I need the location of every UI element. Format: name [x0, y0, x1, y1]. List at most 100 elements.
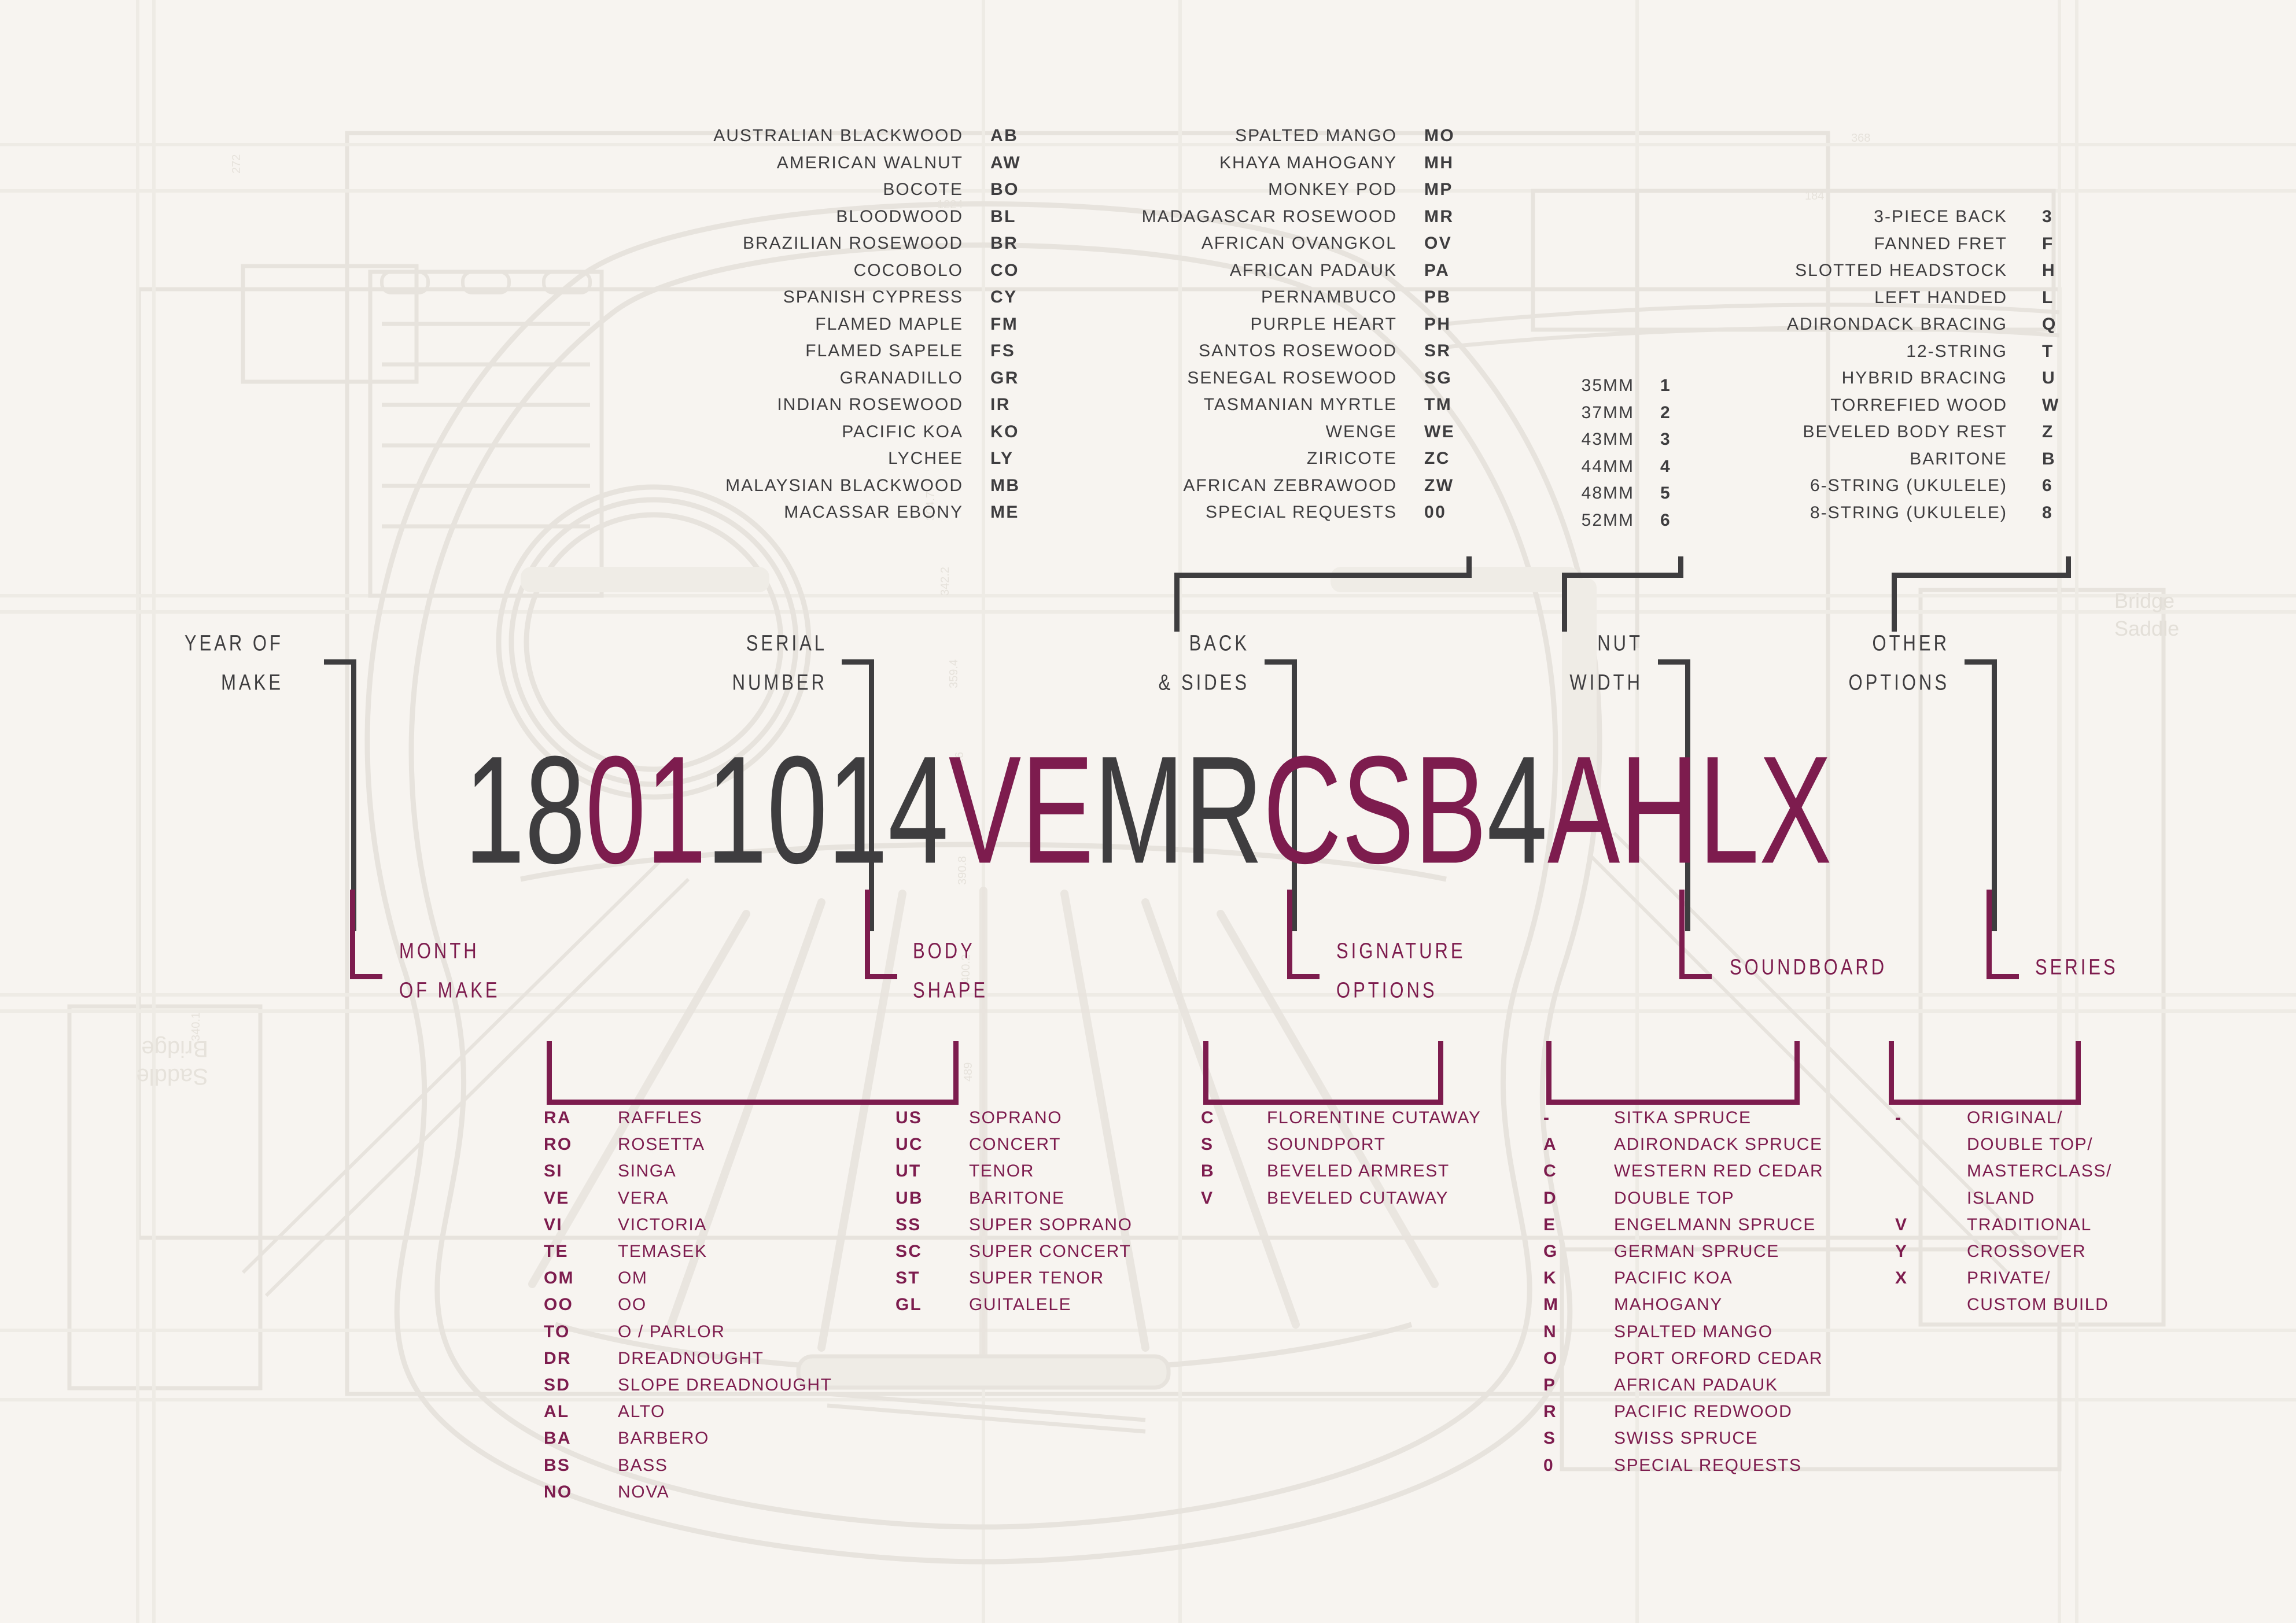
- label-line2: WIDTH: [1569, 670, 1643, 695]
- list-item: PORT ORFORD CEDAR: [1614, 1348, 1823, 1368]
- list-item-code: SI: [544, 1161, 563, 1181]
- list-item-code: PH: [1424, 314, 1451, 334]
- list-item-code: B: [2042, 449, 2057, 469]
- other-options-codes: 3 F H L Q T U W Z B 6 8: [2042, 204, 2060, 526]
- list-item: OM: [618, 1268, 648, 1288]
- list-item: 35MM: [1581, 376, 1634, 395]
- leader-series: [1987, 890, 2021, 979]
- serial-segment-month: 01: [585, 724, 707, 896]
- list-item-code: RO: [544, 1135, 573, 1154]
- list-item: MAHOGANY: [1614, 1295, 1723, 1315]
- list-item: CONCERT: [969, 1135, 1061, 1154]
- label-nut-width: NUT WIDTH: [1469, 624, 1643, 703]
- list-item-code: MP: [1424, 180, 1453, 199]
- list-item: BASS: [618, 1455, 668, 1475]
- list-item: FLAMED MAPLE: [815, 314, 963, 334]
- list-item: 37MM: [1581, 403, 1634, 422]
- list-item-code: L: [2042, 287, 2054, 307]
- list-item: SITKA SPRUCE: [1614, 1108, 1752, 1127]
- list-item: TRADITIONAL: [1967, 1215, 2092, 1234]
- list-item-code: KO: [990, 422, 1019, 441]
- list-item: 6-STRING (UKULELE): [1809, 476, 2007, 495]
- list-item: O / PARLOR: [618, 1322, 725, 1341]
- back-sides-column2-names: SPALTED MANGO KHAYA MAHOGANY MONKEY POD …: [1035, 123, 1397, 526]
- list-item: SLOPE DREADNOUGHT: [618, 1375, 832, 1395]
- body-shape-column2-codes: US UC UT UB SS SC ST GL: [895, 1105, 923, 1319]
- list-item: FLAMED SAPELE: [805, 341, 963, 360]
- list-item-code: DR: [544, 1348, 572, 1368]
- list-item-code: -: [1543, 1108, 1551, 1127]
- svg-text:Saddle: Saddle: [136, 1064, 208, 1089]
- list-item: SENEGAL ROSEWOOD: [1187, 368, 1397, 388]
- list-item: VERA: [618, 1188, 669, 1208]
- label-other-options: OTHER OPTIONS: [1764, 624, 1949, 703]
- label-month-of-make: MONTH OF MAKE: [399, 931, 500, 1010]
- label-line2: & SIDES: [1158, 670, 1250, 695]
- list-item-code: RA: [544, 1108, 572, 1127]
- label-line2: OF MAKE: [399, 978, 500, 1003]
- list-item: AFRICAN ZEBRAWOOD: [1183, 475, 1397, 495]
- list-item: SLOTTED HEADSTOCK: [1795, 261, 2007, 280]
- list-item: BRAZILIAN ROSEWOOD: [742, 234, 963, 253]
- list-item-code: 0: [1543, 1455, 1554, 1475]
- serial-segment-series: X: [1759, 724, 1832, 896]
- svg-text:359.4: 359.4: [948, 659, 960, 688]
- list-item: 48MM: [1581, 484, 1634, 503]
- label-back-and-sides: BACK & SIDES: [1070, 624, 1250, 703]
- list-item: 3-PIECE BACK: [1874, 207, 2007, 226]
- svg-text:342.2: 342.2: [939, 567, 952, 596]
- label-line1: OTHER: [1872, 630, 1949, 655]
- list-item-code: M: [1543, 1295, 1560, 1315]
- list-item-code: AB: [990, 126, 1019, 145]
- label-body-shape: BODY SHAPE: [913, 931, 988, 1010]
- list-item: MONKEY POD: [1268, 180, 1397, 199]
- list-item: DOUBLE TOP/: [1967, 1135, 2094, 1154]
- list-item-code: 1: [1660, 376, 1672, 395]
- list-item-code: NO: [544, 1482, 573, 1502]
- list-item: SUPER TENOR: [969, 1268, 1104, 1288]
- svg-text:368: 368: [1851, 132, 1870, 145]
- list-item: AFRICAN OVANGKOL: [1201, 234, 1397, 253]
- bracket-soundboard: [1546, 1041, 1800, 1105]
- body-shape-column1-codes: RA RO SI VE VI TE OM OO TO DR SD AL BA B…: [544, 1105, 574, 1506]
- svg-text:489: 489: [962, 1063, 975, 1082]
- list-item-code: UT: [895, 1161, 922, 1181]
- list-item-code: TO: [544, 1322, 570, 1341]
- nut-width-names: 35MM 37MM 43MM 44MM 48MM 52MM: [1469, 372, 1634, 534]
- list-item: LYCHEE: [888, 449, 963, 468]
- list-item: BEVELED ARMREST: [1267, 1161, 1450, 1181]
- label-line2: NUMBER: [732, 670, 827, 695]
- list-item-code: LY: [990, 449, 1014, 468]
- list-item-code: SD: [544, 1375, 571, 1395]
- soundboard-names: SITKA SPRUCE ADIRONDACK SPRUCE WESTERN R…: [1614, 1105, 1823, 1479]
- list-item: PACIFIC KOA: [1614, 1268, 1733, 1288]
- list-item: AFRICAN PADAUK: [1229, 260, 1397, 280]
- list-item-code: F: [2042, 234, 2054, 253]
- list-item: SPANISH CYPRESS: [783, 287, 963, 307]
- label-line1: NUT: [1597, 630, 1643, 655]
- list-item: PURPLE HEART: [1250, 314, 1397, 334]
- list-item: FLORENTINE CUTAWAY: [1267, 1108, 1481, 1127]
- back-sides-column1-codes: AB AW BO BL BR CO CY FM FS GR IR KO LY M…: [990, 123, 1021, 526]
- list-item: GRANADILLO: [839, 368, 963, 388]
- bracket-nut-width: [1562, 556, 1683, 632]
- list-item-code: AW: [990, 153, 1022, 172]
- list-item-code: W: [2042, 395, 2060, 415]
- list-item-code: 6: [2042, 476, 2054, 495]
- list-item: SINGA: [618, 1161, 677, 1181]
- list-item: TENOR: [969, 1161, 1034, 1181]
- list-item: 43MM: [1581, 430, 1634, 449]
- list-item: TORREFIED WOOD: [1830, 395, 2007, 415]
- list-item-code: GR: [990, 368, 1019, 388]
- list-item: CUSTOM BUILD: [1967, 1295, 2109, 1315]
- list-item-code: C: [1201, 1108, 1215, 1127]
- list-item: SANTOS ROSEWOOD: [1199, 341, 1397, 360]
- list-item-code: VE: [544, 1188, 570, 1208]
- list-item: ZIRICOTE: [1307, 449, 1397, 468]
- list-item-code: BS: [544, 1455, 571, 1475]
- svg-text:272: 272: [230, 154, 243, 174]
- list-item: WESTERN RED CEDAR: [1614, 1161, 1824, 1181]
- nut-width-codes: 1 2 3 4 5 6: [1660, 372, 1671, 534]
- list-item: TEMASEK: [618, 1242, 707, 1261]
- list-item-code: A: [1543, 1135, 1557, 1154]
